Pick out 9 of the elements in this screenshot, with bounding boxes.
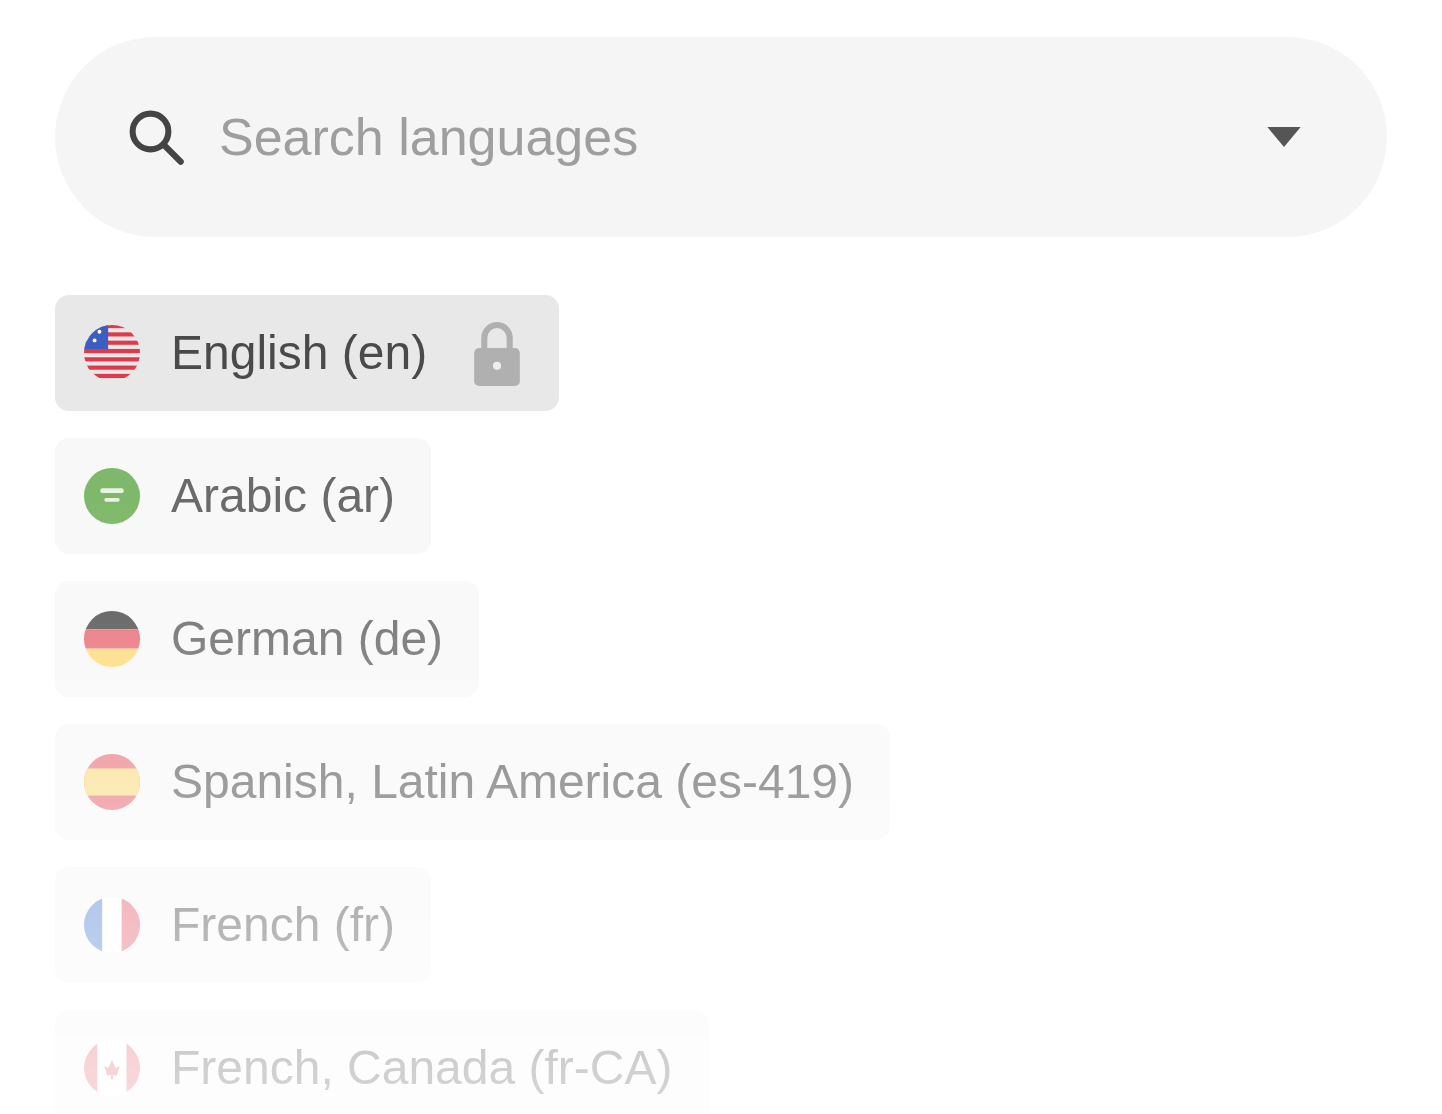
search-field[interactable]: Search languages [219, 98, 1236, 176]
language-chip[interactable]: Spanish, Latin America (es-419) [55, 724, 890, 840]
flag-icon [83, 896, 141, 954]
language-chip[interactable]: English (en) [55, 295, 560, 411]
flag-icon [83, 610, 141, 668]
language-chip[interactable]: Arabic (ar) [55, 438, 432, 554]
caret-icon[interactable] [1266, 127, 1302, 147]
search-bar[interactable]: Search languages [55, 37, 1387, 237]
language-chip[interactable]: German (de) [55, 581, 480, 697]
